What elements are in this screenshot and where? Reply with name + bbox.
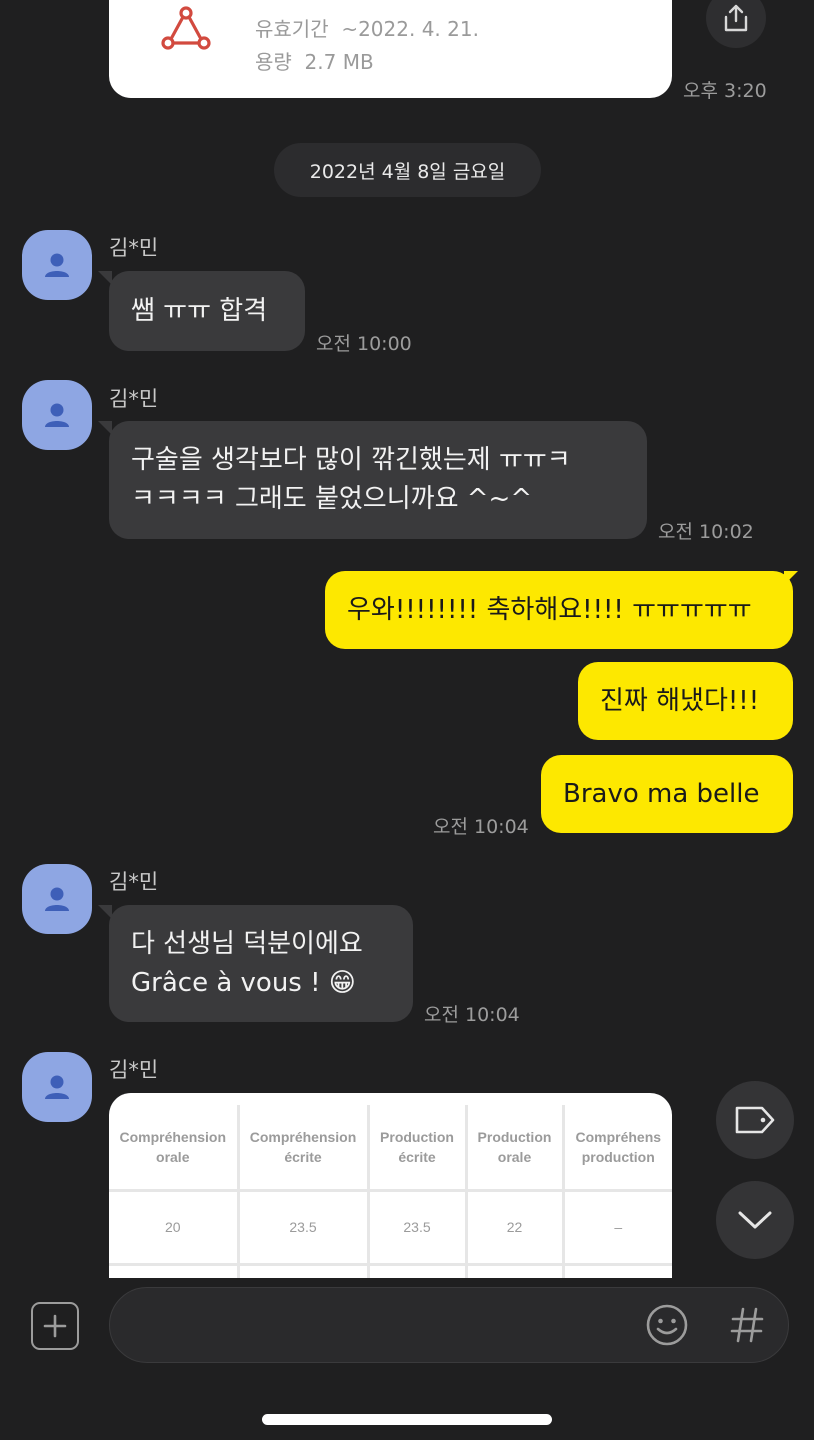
avatar[interactable] [22,380,92,450]
person-icon [45,253,69,277]
table-header: Compréhens production [563,1105,672,1192]
file-expiry: 유효기간 ~2022. 4. 21. [255,13,479,42]
message-text: 우와!!!!!!!! 축하해요!!!! ㅠㅠㅠㅠㅠ [347,594,752,625]
file-size-value: 2.7 MB [304,50,374,74]
message-text: 진짜 해냈다!!! [600,685,760,716]
date-divider: 2022년 4월 8일 금요일 [274,143,541,197]
file-expiry-value: ~2022. 4. 21. [341,17,479,41]
plus-icon [43,1314,67,1338]
avatar[interactable] [22,230,92,300]
scroll-down-button[interactable] [716,1181,794,1259]
person-icon [45,887,69,911]
emoji-button[interactable] [645,1303,689,1347]
sender-name: 김*민 [109,387,159,411]
attach-button[interactable] [31,1302,79,1350]
pdf-icon [161,6,211,50]
outgoing-message-bubble[interactable]: Bravo ma belle [541,755,793,833]
file-attachment-card[interactable]: 유효기간 ~2022. 4. 21. 용량 2.7 MB [109,0,672,98]
message-text: Bravo ma belle [563,778,760,809]
emoji-icon [646,1304,688,1346]
sender-name: 김*민 [109,236,159,260]
share-button[interactable] [706,0,766,48]
tag-icon [735,1106,775,1134]
outgoing-message-bubble[interactable]: 진짜 해냈다!!! [578,662,793,740]
message-text: 구술을 생각보다 많이 깎긴했는제 ㅠㅠㅋ [131,445,571,475]
table-cell: 23.5 [238,1190,370,1266]
hash-icon [730,1307,764,1343]
avatar[interactable] [22,1052,92,1122]
table-cell: 23.5 [368,1190,468,1266]
table-cell: 20 [109,1190,240,1266]
file-expiry-label: 유효기간 [255,17,329,41]
person-icon [45,1075,69,1099]
table-cell: – [563,1190,672,1266]
table-header: Compréhension écrite [238,1105,370,1192]
message-text: 쌤 ㅠㅠ 합격 [131,295,268,326]
table-cell: 22 [466,1190,565,1266]
share-icon [724,4,748,32]
incoming-message-bubble[interactable]: 구술을 생각보다 많이 깎긴했는제 ㅠㅠㅋ ㅋㅋㅋㅋ 그래도 붙었으니까요 ^~… [109,421,647,539]
sender-name: 김*민 [109,870,159,894]
avatar[interactable] [22,864,92,934]
message-text: 다 선생님 덕분이에요 [131,928,363,959]
hash-button[interactable] [728,1305,766,1345]
tag-button[interactable] [716,1081,794,1159]
message-time: 오전 10:04 [433,816,529,838]
table-header: Production orale [466,1105,565,1192]
table-header: Production écrite [368,1105,468,1192]
incoming-message-bubble[interactable]: 다 선생님 덕분이에요 Grâce à vous ! 😁 [109,905,413,1022]
incoming-message-bubble[interactable]: 쌤 ㅠㅠ 합격 [109,271,305,351]
message-time: 오전 10:02 [658,521,754,543]
image-message[interactable]: Compréhension orale Compréhension écrite… [109,1093,672,1283]
home-indicator [262,1414,552,1425]
person-icon [45,403,69,427]
message-time: 오후 3:20 [683,80,767,102]
table-header: Compréhension orale [109,1105,240,1192]
message-time: 오전 10:00 [316,333,412,355]
file-size-label: 용량 [255,50,292,74]
chevron-down-icon [738,1211,772,1229]
file-size: 용량 2.7 MB [255,46,374,75]
message-text: Grâce à vous ! 😁 [131,967,356,998]
message-time: 오전 10:04 [424,1004,520,1026]
message-text: ㅋㅋㅋㅋ 그래도 붙었으니까요 ^~^ [131,484,533,514]
outgoing-message-bubble[interactable]: 우와!!!!!!!! 축하해요!!!! ㅠㅠㅠㅠㅠ [325,571,793,649]
score-table-image: Compréhension orale Compréhension écrite… [109,1105,672,1283]
sender-name: 김*민 [109,1058,159,1082]
